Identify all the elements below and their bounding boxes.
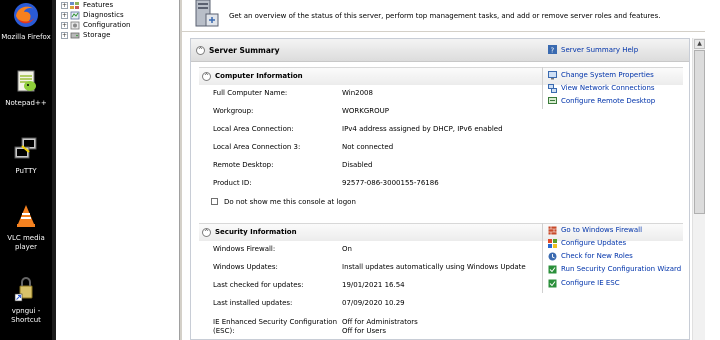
network-connections-icon: [548, 84, 557, 93]
scrollbar-thumb[interactable]: [694, 50, 705, 214]
tree-item-configuration[interactable]: + Configuration: [61, 20, 130, 30]
features-icon: [70, 1, 79, 9]
local-area-connection-3-label: Local Area Connection 3:: [213, 143, 301, 151]
storage-icon: [70, 32, 80, 38]
putty-icon: [14, 137, 37, 159]
workgroup-label: Workgroup:: [213, 107, 254, 115]
svg-text:?: ?: [551, 47, 555, 55]
tree-item-label: Features: [83, 1, 114, 9]
desktop: Mozilla Firefox Notepad++ PuTTY VLC medi…: [0, 0, 52, 340]
do-not-show-label[interactable]: Do not show me this console at logon: [224, 198, 356, 206]
windows-updates-label: Windows Updates:: [213, 263, 278, 271]
ie-esc-label-line2: (ESC):: [213, 327, 235, 335]
local-area-connection-label: Local Area Connection:: [213, 125, 294, 133]
check-roles-icon: [548, 252, 557, 261]
last-checked-value: 19/01/2021 16.54: [342, 281, 405, 289]
configure-ie-esc-link[interactable]: Configure IE ESC: [561, 279, 620, 287]
tree-item-diagnostics[interactable]: + Diagnostics: [61, 10, 124, 20]
expand-icon[interactable]: +: [61, 31, 68, 39]
product-id-value: 92577-086-3000155-76186: [342, 179, 439, 187]
desktop-icon-vlc[interactable]: VLC media player: [0, 203, 52, 252]
overview-text: Get an overview of the status of this se…: [229, 12, 661, 20]
configuration-icon: [70, 21, 80, 29]
go-to-windows-firewall-link[interactable]: Go to Windows Firewall: [561, 226, 642, 234]
computer-information-title: Computer Information: [215, 72, 303, 80]
ie-esc-value-line1: Off for Administrators: [342, 318, 418, 326]
last-checked-label: Last checked for updates:: [213, 281, 304, 289]
right-margin: [705, 0, 720, 340]
collapse-icon[interactable]: ^: [202, 72, 211, 81]
ie-esc-icon: [548, 279, 557, 288]
desktop-icon-label: Notepad++: [5, 99, 47, 107]
remote-desktop-value: Disabled: [342, 161, 373, 169]
firewall-icon: [548, 226, 557, 235]
full-computer-name-label: Full Computer Name:: [213, 89, 288, 97]
help-icon: ?: [548, 45, 557, 54]
diagnostics-icon: [70, 11, 80, 19]
server-manager-icon: [195, 0, 219, 27]
remote-desktop-label: Remote Desktop:: [213, 161, 274, 169]
desktop-icon-vpngui[interactable]: vpngui - Shortcut: [0, 276, 52, 325]
tree-item-label: Diagnostics: [83, 11, 124, 19]
expand-icon[interactable]: +: [61, 11, 68, 19]
configure-updates-link[interactable]: Configure Updates: [561, 239, 626, 247]
windows-updates-value: Install updates automatically using Wind…: [342, 263, 526, 271]
collapse-icon[interactable]: ^: [196, 46, 205, 55]
vertical-scrollbar[interactable]: ▲: [692, 38, 705, 340]
notepad-plus-plus-icon: [17, 70, 36, 92]
desktop-icon-firefox[interactable]: Mozilla Firefox: [0, 2, 52, 42]
server-summary-header[interactable]: ^ Server Summary ? Server Summary Help: [191, 39, 689, 62]
check-for-new-roles-link[interactable]: Check for New Roles: [561, 252, 633, 260]
last-installed-value: 07/09/2020 10.29: [342, 299, 405, 307]
remote-desktop-icon: [548, 97, 557, 104]
configure-remote-desktop-link[interactable]: Configure Remote Desktop: [561, 97, 655, 105]
view-network-connections-link[interactable]: View Network Connections: [561, 84, 655, 92]
windows-firewall-value: On: [342, 245, 352, 253]
vlc-icon: [17, 205, 35, 227]
tree-item-features[interactable]: + Features: [61, 0, 113, 10]
collapse-icon[interactable]: ^: [202, 228, 211, 237]
local-area-connection-value[interactable]: IPv4 address assigned by DHCP, IPv6 enab…: [342, 125, 503, 133]
workgroup-value: WORKGROUP: [342, 107, 390, 115]
security-wizard-icon: [548, 265, 557, 274]
desktop-icon-label: vpngui - Shortcut: [11, 307, 41, 324]
tree-item-label: Storage: [83, 31, 111, 39]
local-area-connection-3-value: Not connected: [342, 143, 394, 151]
last-installed-label: Last installed updates:: [213, 299, 293, 307]
server-summary-help-link[interactable]: Server Summary Help: [561, 46, 638, 54]
ie-esc-value-line2: Off for Users: [342, 327, 387, 335]
tree-item-label: Configuration: [83, 21, 131, 29]
server-summary-pane: ^ Server Summary ? Server Summary Help ^…: [190, 38, 690, 340]
do-not-show-checkbox[interactable]: [211, 198, 218, 205]
navigation-tree: + Features + Diagnostics + Configuration…: [56, 0, 179, 340]
tree-item-storage[interactable]: + Storage: [61, 30, 110, 40]
desktop-icon-label: PuTTY: [15, 167, 37, 175]
run-security-configuration-wizard-link[interactable]: Run Security Configuration Wizard: [561, 265, 681, 273]
desktop-icon-notepadpp[interactable]: Notepad++: [0, 68, 52, 108]
desktop-icon-label: VLC media player: [7, 234, 45, 251]
firefox-icon: [14, 3, 38, 27]
server-summary-title: Server Summary: [209, 46, 280, 55]
expand-icon[interactable]: +: [61, 21, 68, 29]
product-id-label: Product ID:: [213, 179, 252, 187]
vpngui-shortcut-icon: [14, 277, 33, 302]
main-content: Get an overview of the status of this se…: [182, 0, 720, 340]
security-information-title: Security Information: [215, 228, 297, 236]
windows-firewall-label: Windows Firewall:: [213, 245, 276, 253]
desktop-icon-putty[interactable]: PuTTY: [0, 136, 52, 176]
ie-esc-label-line1: IE Enhanced Security Configuration: [213, 318, 338, 326]
desktop-icon-label: Mozilla Firefox: [1, 33, 51, 41]
scroll-up-icon[interactable]: ▲: [694, 39, 705, 49]
full-computer-name-value: Win2008: [342, 89, 373, 97]
windows-update-icon: [548, 239, 557, 248]
expand-icon[interactable]: +: [61, 1, 68, 9]
system-properties-icon: [548, 71, 557, 80]
change-system-properties-link[interactable]: Change System Properties: [561, 71, 654, 79]
overview-banner: Get an overview of the status of this se…: [182, 0, 720, 32]
